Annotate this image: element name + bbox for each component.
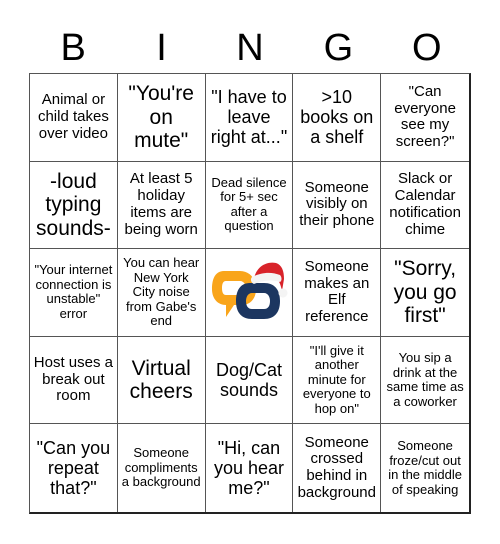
cell-text: Someone crossed behind in background	[297, 433, 376, 501]
cell-text: "Hi, can you hear me?"	[213, 437, 285, 499]
bingo-cell[interactable]: "Can everyone see my screen?"	[381, 74, 469, 162]
cell-text: You can hear New York City noise from Ga…	[123, 255, 200, 329]
cell-text: Animal or child takes over video	[37, 91, 109, 142]
bingo-cell[interactable]: "Hi, can you hear me?"	[206, 424, 294, 512]
bingo-cell[interactable]: You sip a drink at the same time as a co…	[381, 337, 469, 425]
header-letter-g: G	[323, 27, 354, 69]
bingo-cell[interactable]: At least 5 holiday items are being worn	[117, 161, 206, 250]
bingo-cell[interactable]: "Your internet connection is unstable" e…	[30, 249, 118, 337]
header-letter-n: N	[236, 27, 264, 69]
bingo-cell[interactable]: Slack or Calendar notification chime	[381, 162, 469, 250]
bingo-cell[interactable]: "I'll give it another minute for everyon…	[293, 336, 382, 425]
free-space-cell[interactable]	[205, 249, 294, 337]
cell-text: Someone compliments a background	[121, 445, 201, 490]
bingo-grid: Animal or child takes over video "You're…	[29, 73, 471, 514]
bingo-cell[interactable]: "Can you repeat that?"	[30, 424, 118, 512]
cell-text: "I have to leave right at..."	[210, 87, 288, 148]
header-letter-i: I	[156, 27, 167, 69]
cell-text: -loud typing sounds-	[36, 169, 111, 240]
bingo-cell[interactable]: Someone compliments a background	[118, 424, 206, 512]
cell-text: Host uses a break out room	[33, 353, 113, 405]
bingo-cell[interactable]: -loud typing sounds-	[30, 161, 118, 250]
bingo-cell[interactable]: >10 books on a shelf	[293, 74, 382, 162]
bingo-cell[interactable]: Someone froze/cut out in the middle of s…	[381, 424, 469, 512]
cell-text: Someone froze/cut out in the middle of s…	[388, 438, 462, 497]
cell-text: "I'll give it another minute for everyon…	[302, 342, 371, 416]
cell-text: Dead silence for 5+ sec after a question	[211, 174, 287, 234]
cell-text: "Sorry, you go first"	[393, 257, 457, 328]
bingo-cell[interactable]: "You're on mute"	[117, 74, 206, 162]
bingo-cell[interactable]: Someone crossed behind in background	[293, 424, 382, 512]
cell-text: "You're on mute"	[128, 82, 194, 153]
bingo-cell[interactable]: Dog/Cat sounds	[205, 336, 294, 425]
bingo-header: B I N G O	[29, 22, 471, 74]
bingo-cell[interactable]: Dead silence for 5+ sec after a question	[205, 161, 294, 250]
bingo-cell[interactable]: Someone makes an Elf reference	[293, 249, 382, 337]
cell-text: Someone makes an Elf reference	[304, 257, 370, 326]
bingo-cell[interactable]: You can hear New York City noise from Ga…	[117, 249, 206, 337]
bingo-cell[interactable]: Someone visibly on their phone	[293, 161, 382, 250]
chat-rings-logo-with-santa-hat-icon	[211, 263, 288, 320]
bingo-cell[interactable]: Host uses a break out room	[30, 336, 118, 425]
bingo-cell[interactable]: Animal or child takes over video	[30, 74, 118, 162]
cell-text: Virtual cheers	[129, 356, 193, 404]
header-letter-o: O	[411, 27, 442, 69]
cell-text: At least 5 holiday items are being worn	[124, 170, 198, 238]
bingo-cell[interactable]: "Sorry, you go first"	[381, 249, 469, 337]
cell-text: >10 books on a shelf	[300, 87, 374, 148]
cell-text: "Your internet connection is unstable" e…	[34, 262, 113, 322]
cell-text: Slack or Calendar notification chime	[389, 170, 461, 238]
cell-text: "Can you repeat that?"	[36, 437, 111, 499]
cell-text: You sip a drink at the same time as a co…	[386, 350, 464, 409]
header-letter-b: B	[60, 27, 86, 69]
cell-text: Dog/Cat sounds	[215, 359, 283, 401]
bingo-cell[interactable]: "I have to leave right at..."	[205, 74, 294, 162]
cell-text: Someone visibly on their phone	[299, 178, 375, 230]
cell-text: "Can everyone see my screen?"	[394, 82, 456, 151]
bingo-cell[interactable]: Virtual cheers	[117, 336, 206, 425]
